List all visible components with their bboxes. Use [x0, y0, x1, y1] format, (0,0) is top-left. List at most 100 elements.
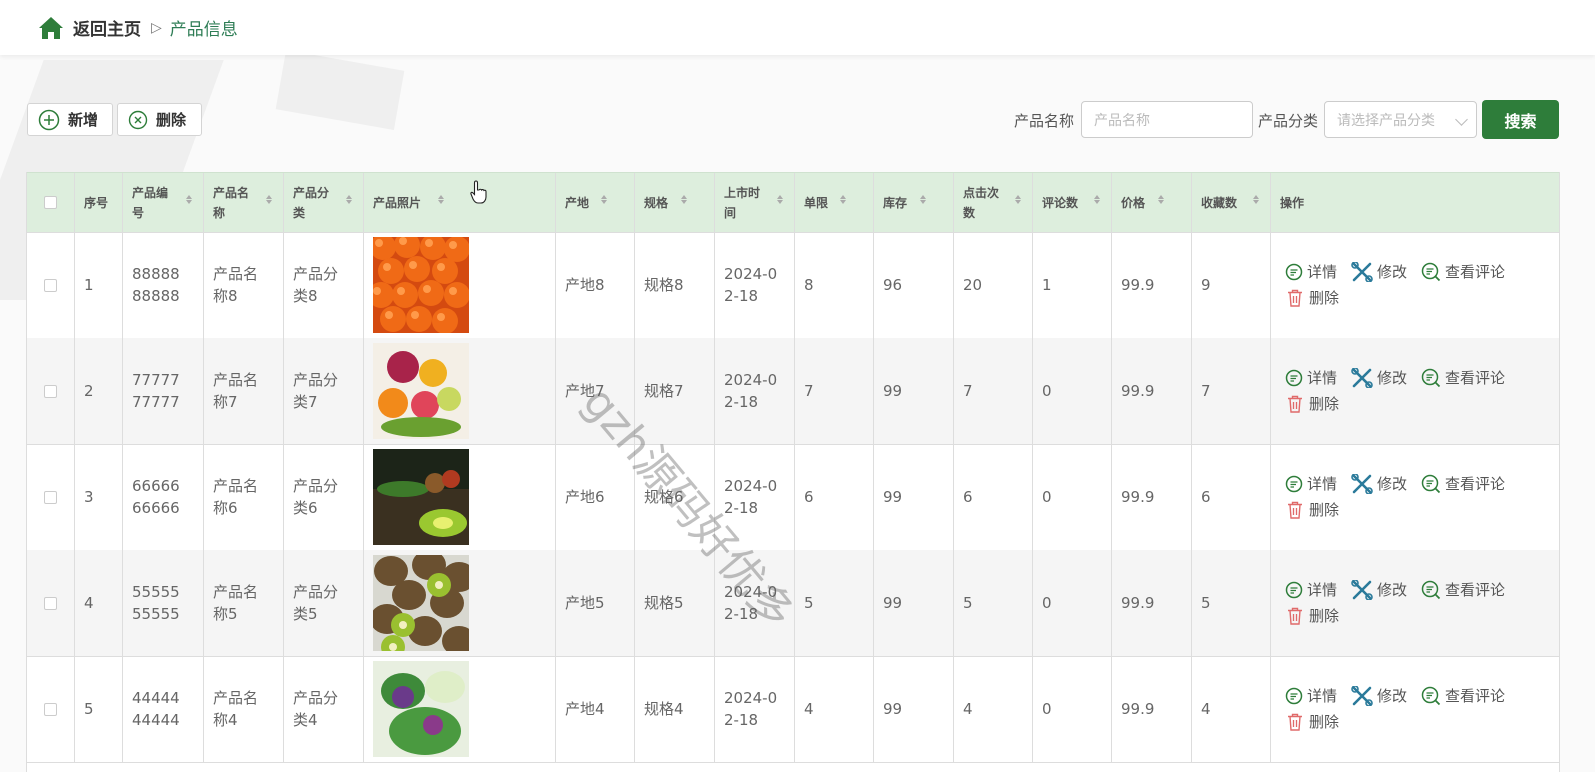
row-checkbox[interactable] — [44, 384, 57, 398]
delete-button[interactable]: 删除 — [1285, 391, 1339, 417]
detail-button[interactable]: 详情 — [1285, 577, 1337, 603]
header-reviews[interactable]: 评论数 — [1033, 173, 1112, 232]
product-photo[interactable] — [373, 555, 469, 651]
header-stock[interactable]: 库存 — [874, 173, 954, 232]
cell-actions: 详情 修改 查看评论删除 — [1271, 232, 1559, 338]
edit-button[interactable]: 修改 — [1351, 365, 1407, 391]
edit-button[interactable]: 修改 — [1351, 471, 1407, 497]
view-reviews-button[interactable]: 查看评论 — [1421, 365, 1505, 391]
product-category-select[interactable]: 请选择产品分类 — [1324, 101, 1477, 138]
cell-name: 产品名称5 — [204, 550, 284, 656]
cell-index: 3 — [75, 444, 123, 550]
view-reviews-button[interactable]: 查看评论 — [1421, 577, 1505, 603]
delete-button[interactable]: 删除 — [1285, 709, 1339, 735]
batch-delete-button[interactable]: 删除 — [117, 103, 202, 136]
detail-icon — [1285, 581, 1303, 599]
table-row: 1 8888888888 产品名称8 产品分类8 产地8 规格8 2024-02-18 8 96… — [27, 232, 1559, 339]
product-photo[interactable] — [373, 449, 469, 545]
product-name-placeholder: 产品名称 — [1094, 112, 1150, 129]
detail-icon — [1285, 369, 1303, 387]
cell-origin: 产地5 — [556, 550, 635, 656]
cell-launch-date: 2024-02-18 — [715, 656, 795, 762]
edit-button[interactable]: 修改 — [1351, 683, 1407, 709]
product-photo[interactable] — [373, 237, 469, 333]
cell-clicks: 20 — [954, 232, 1033, 338]
header-code[interactable]: 产品编号 — [123, 173, 204, 232]
cell-photo — [364, 550, 556, 656]
breadcrumb-bar: 返回主页 ▷ 产品信息 — [0, 0, 1595, 55]
header-origin[interactable]: 产地 — [556, 173, 635, 232]
detail-button[interactable]: 详情 — [1285, 259, 1337, 285]
view-reviews-button[interactable]: 查看评论 — [1421, 259, 1505, 285]
header-limit[interactable]: 单限 — [795, 173, 874, 232]
row-checkbox[interactable] — [44, 490, 57, 504]
product-photo[interactable] — [373, 343, 469, 439]
cell-reviews: 0 — [1033, 444, 1112, 550]
trash-icon — [1288, 607, 1302, 625]
cell-code: 6666666666 — [123, 444, 204, 550]
view-reviews-button[interactable]: 查看评论 — [1421, 683, 1505, 709]
cell-name: 产品名称6 — [204, 444, 284, 550]
detail-button[interactable]: 详情 — [1285, 471, 1337, 497]
delete-button[interactable]: 删除 — [1285, 497, 1339, 523]
cell-spec: 规格8 — [635, 232, 715, 338]
wrench-icon — [1351, 686, 1373, 706]
product-name-label: 产品名称 — [1014, 112, 1075, 130]
cell-actions: 详情 修改 查看评论删除 — [1271, 444, 1559, 550]
background-shape — [275, 50, 405, 130]
cell-stock: 99 — [874, 550, 954, 656]
header-spec[interactable]: 规格 — [635, 173, 715, 232]
cell-spec: 规格7 — [635, 338, 715, 444]
cell-category: 产品分类8 — [284, 232, 364, 338]
detail-button[interactable]: 详情 — [1285, 683, 1337, 709]
cell-spec: 规格4 — [635, 656, 715, 762]
wrench-icon — [1351, 474, 1373, 494]
header-clicks[interactable]: 点击次数 — [954, 173, 1033, 232]
plus-circle-icon — [38, 109, 60, 130]
home-icon[interactable] — [37, 15, 65, 41]
table-row: 4 5555555555 产品名称5 产品分类5 产地5 规格5 2024-02-18 5 99… — [27, 550, 1559, 657]
header-price[interactable]: 价格 — [1112, 173, 1192, 232]
cell-stock: 99 — [874, 444, 954, 550]
header-name[interactable]: 产品名称 — [204, 173, 284, 232]
product-photo[interactable] — [373, 661, 469, 757]
cell-origin: 产地8 — [556, 232, 635, 338]
header-launch-date[interactable]: 上市时间 — [715, 173, 795, 232]
cell-limit: 8 — [795, 232, 874, 338]
add-button-label: 新增 — [68, 111, 99, 129]
product-name-input[interactable]: 产品名称 — [1081, 101, 1253, 138]
search-detail-icon — [1421, 580, 1441, 600]
row-checkbox[interactable] — [44, 596, 57, 610]
edit-button[interactable]: 修改 — [1351, 577, 1407, 603]
cell-favorites: 9 — [1192, 232, 1271, 338]
edit-button[interactable]: 修改 — [1351, 259, 1407, 285]
detail-button[interactable]: 详情 — [1285, 365, 1337, 391]
row-checkbox[interactable] — [44, 278, 57, 292]
cell-launch-date: 2024-02-18 — [715, 338, 795, 444]
cell-stock: 99 — [874, 656, 954, 762]
cell-origin: 产地4 — [556, 656, 635, 762]
cell-price: 99.9 — [1112, 444, 1192, 550]
cell-price: 99.9 — [1112, 656, 1192, 762]
cell-clicks: 6 — [954, 444, 1033, 550]
header-photo[interactable]: 产品照片 — [364, 173, 556, 232]
cell-index: 2 — [75, 338, 123, 444]
row-checkbox[interactable] — [44, 702, 57, 716]
cell-favorites: 5 — [1192, 550, 1271, 656]
view-reviews-button[interactable]: 查看评论 — [1421, 471, 1505, 497]
delete-button[interactable]: 删除 — [1285, 603, 1339, 629]
header-category[interactable]: 产品分类 — [284, 173, 364, 232]
header-index: 序号 — [75, 173, 123, 232]
trash-icon — [1288, 501, 1302, 519]
product-category-placeholder: 请选择产品分类 — [1337, 112, 1435, 129]
cell-photo — [364, 232, 556, 338]
add-button[interactable]: 新增 — [27, 103, 113, 136]
delete-button[interactable]: 删除 — [1285, 285, 1339, 311]
breadcrumb-separator: ▷ — [151, 19, 162, 36]
breadcrumb-home-link[interactable]: 返回主页 — [73, 15, 141, 40]
header-favorites[interactable]: 收藏数 — [1192, 173, 1271, 232]
search-button[interactable]: 搜索 — [1482, 100, 1559, 139]
detail-icon — [1285, 263, 1303, 281]
select-all-checkbox[interactable] — [44, 196, 57, 209]
cell-reviews: 1 — [1033, 232, 1112, 338]
